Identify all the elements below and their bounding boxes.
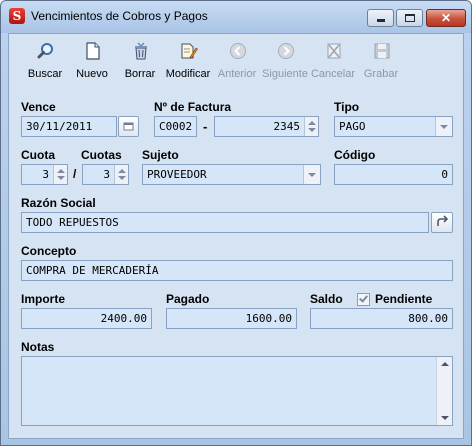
search-icon	[37, 43, 53, 59]
close-icon: ✕	[440, 11, 452, 25]
cuotas-value: 3	[103, 168, 110, 181]
cuota-stepper[interactable]: 3	[21, 164, 68, 185]
razon-social-label: Razón Social	[21, 196, 96, 210]
check-icon	[359, 293, 368, 303]
notas-scrollbar[interactable]	[436, 357, 452, 425]
calendar-icon	[123, 122, 134, 131]
factura-prefix-field[interactable]: C0002	[154, 116, 197, 137]
spin-down-icon	[308, 128, 316, 132]
vence-date-field[interactable]: 30/11/2011	[21, 116, 117, 137]
saldo-field[interactable]: 800.00	[310, 308, 453, 329]
toolbar: Buscar Nuevo Borrar Modificar Anterior S…	[9, 34, 463, 90]
edit-document-icon	[181, 43, 198, 59]
spin-up-icon	[308, 121, 316, 125]
chevron-down-icon	[440, 125, 448, 129]
cuota-spinner[interactable]	[53, 165, 67, 184]
sujeto-dropdown-button[interactable]	[303, 165, 320, 184]
concepto-label: Concepto	[21, 244, 77, 258]
factura-number-value: 2345	[273, 120, 301, 133]
vence-label: Vence	[21, 100, 56, 114]
app-window: S Vencimientos de Cobros y Pagos ✕ Busca…	[0, 0, 472, 446]
tipo-value: PAGO	[339, 120, 366, 133]
spin-down-icon	[57, 176, 65, 180]
notas-textarea[interactable]	[21, 356, 453, 426]
scroll-down-icon	[441, 416, 449, 420]
maximize-button[interactable]	[396, 9, 423, 27]
codigo-label: Código	[334, 148, 376, 162]
spin-up-icon	[57, 169, 65, 173]
notas-value	[22, 357, 452, 361]
tipo-select[interactable]: PAGO	[334, 116, 453, 137]
factura-number-spinner[interactable]	[304, 117, 318, 136]
form-client-area: Buscar Nuevo Borrar Modificar Anterior S…	[8, 33, 464, 439]
scroll-up-icon	[441, 362, 449, 366]
spin-down-icon	[118, 176, 126, 180]
maximize-icon	[405, 14, 415, 22]
title-bar[interactable]: S Vencimientos de Cobros y Pagos ✕	[1, 1, 471, 33]
app-icon: S	[9, 8, 25, 24]
concepto-field[interactable]: COMPRA DE MERCADERÍA	[21, 260, 453, 281]
tipo-label: Tipo	[334, 100, 360, 114]
grabar-button[interactable]: Grabar	[355, 40, 407, 86]
close-button[interactable]: ✕	[426, 9, 466, 27]
lookup-arrow-icon	[437, 215, 449, 226]
saldo-label: Saldo	[310, 292, 343, 306]
window-title: Vencimientos de Cobros y Pagos	[31, 9, 208, 23]
new-document-icon	[86, 42, 100, 60]
pendiente-checkbox[interactable]	[357, 293, 370, 306]
cuotas-stepper[interactable]: 3	[82, 164, 129, 185]
notas-label: Notas	[21, 340, 55, 354]
codigo-field[interactable]: 0	[334, 164, 453, 185]
pagado-field[interactable]: 1600.00	[166, 308, 297, 329]
sujeto-value: PROVEEDOR	[147, 168, 207, 181]
cuota-label: Cuota	[21, 148, 55, 162]
sujeto-label: Sujeto	[142, 148, 179, 162]
cuota-separator: /	[73, 167, 77, 181]
factura-label: Nº de Factura	[154, 100, 232, 114]
chevron-down-icon	[308, 173, 316, 177]
razon-social-lookup-button[interactable]	[431, 212, 453, 233]
grabar-label: Grabar	[363, 68, 399, 80]
importe-label: Importe	[21, 292, 66, 306]
recycle-bin-icon	[135, 42, 147, 60]
cuota-value: 3	[42, 168, 49, 181]
calendar-button[interactable]	[118, 116, 139, 137]
save-icon	[374, 43, 390, 59]
cuotas-spinner[interactable]	[114, 165, 128, 184]
razon-social-field[interactable]: TODO REPUESTOS	[21, 212, 429, 233]
cancel-icon	[327, 43, 341, 59]
pendiente-label: Pendiente	[375, 292, 433, 306]
arrow-left-icon	[230, 43, 246, 59]
sujeto-select[interactable]: PROVEEDOR	[142, 164, 321, 185]
spin-up-icon	[118, 169, 126, 173]
minimize-button[interactable]	[367, 9, 394, 27]
minimize-icon	[377, 19, 385, 22]
tipo-dropdown-button[interactable]	[435, 117, 452, 136]
cuotas-label: Cuotas	[81, 148, 122, 162]
arrow-right-icon	[278, 43, 294, 59]
pagado-label: Pagado	[166, 292, 210, 306]
importe-field[interactable]: 2400.00	[21, 308, 152, 329]
factura-separator: -	[203, 119, 208, 134]
factura-number-field[interactable]: 2345	[214, 116, 319, 137]
